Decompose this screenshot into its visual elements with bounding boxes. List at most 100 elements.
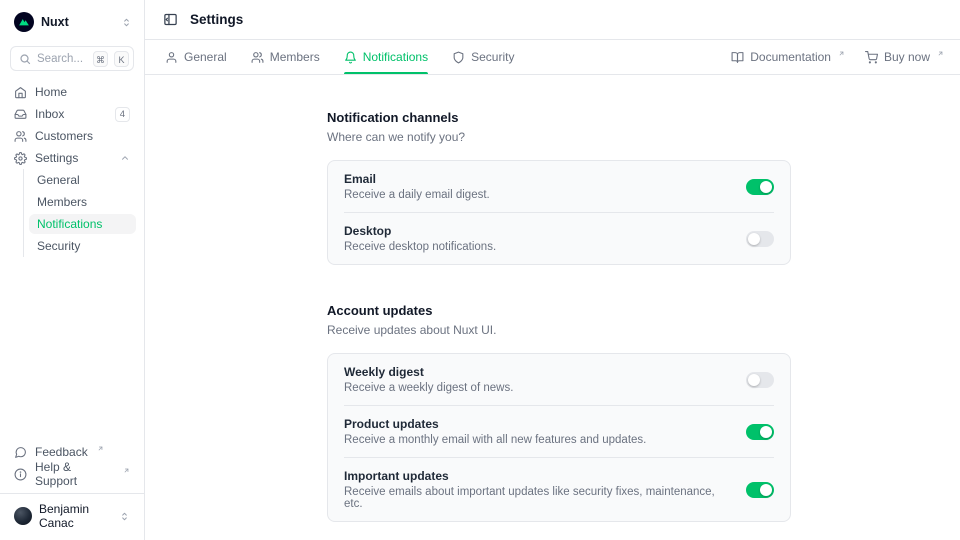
setting-title: Product updates [344, 417, 646, 431]
sidebar-subitem-label: Notifications [37, 217, 102, 231]
user-menu[interactable]: Benjamin Canac [8, 500, 136, 532]
toggle-knob [760, 426, 772, 438]
sidebar-item-inbox[interactable]: Inbox 4 [8, 103, 136, 125]
sidebar-divider [0, 493, 144, 494]
gear-icon [14, 152, 27, 165]
external-link-icon [97, 445, 104, 452]
workspace-switcher[interactable]: Nuxt [8, 10, 136, 36]
search-input[interactable]: Search... ⌘ K [10, 46, 134, 71]
sidebar-item-label: Inbox [35, 107, 64, 121]
sidebar-subitem-label: General [37, 173, 80, 187]
section-account-updates: Account updates Receive updates about Nu… [327, 303, 791, 522]
user-icon [165, 51, 178, 64]
sidebar-item-customers[interactable]: Customers [8, 125, 136, 147]
setting-description: Receive emails about important updates l… [344, 486, 730, 510]
home-icon [14, 86, 27, 99]
desktop-toggle[interactable] [746, 231, 774, 247]
section-title: Account updates [327, 303, 791, 318]
sidebar-item-settings[interactable]: Settings [8, 147, 136, 169]
book-icon [731, 51, 744, 64]
toggle-knob [748, 374, 760, 386]
important-updates-toggle[interactable] [746, 482, 774, 498]
weekly-digest-toggle[interactable] [746, 372, 774, 388]
main-panel: Settings General Members [145, 0, 960, 540]
email-toggle[interactable] [746, 179, 774, 195]
chevron-up-icon [120, 153, 130, 163]
setting-title: Important updates [344, 469, 730, 483]
section-subtitle: Receive updates about Nuxt UI. [327, 323, 791, 337]
inbox-count-badge: 4 [115, 107, 130, 122]
feedback-label: Feedback [35, 445, 88, 459]
collapse-sidebar-icon[interactable] [161, 10, 180, 29]
tab-general[interactable]: General [165, 40, 227, 74]
tab-label: General [184, 50, 227, 64]
cart-icon [865, 51, 878, 64]
buy-now-label: Buy now [884, 50, 930, 64]
users-icon [14, 130, 27, 143]
tab-label: Notifications [363, 50, 428, 64]
sidebar-subitem-label: Security [37, 239, 80, 253]
tab-members[interactable]: Members [251, 40, 320, 74]
shield-icon [452, 51, 465, 64]
user-name: Benjamin Canac [39, 502, 112, 530]
tab-label: Security [471, 50, 514, 64]
tab-security[interactable]: Security [452, 40, 514, 74]
external-link-icon [838, 50, 845, 57]
page-header: Settings [145, 0, 960, 40]
avatar [14, 507, 32, 525]
sidebar: Nuxt Search... ⌘ K Home [0, 0, 145, 540]
settings-content: Notification channels Where can we notif… [145, 75, 960, 540]
setting-title: Weekly digest [344, 365, 513, 379]
section-subtitle: Where can we notify you? [327, 130, 791, 144]
sidebar-nav: Home Inbox 4 Customers Settings [8, 81, 136, 257]
setting-title: Desktop [344, 224, 496, 238]
setting-title: Email [344, 172, 490, 186]
help-support-link[interactable]: Help & Support [8, 463, 136, 485]
setting-description: Receive a weekly digest of news. [344, 382, 513, 394]
sidebar-item-label: Settings [35, 151, 78, 165]
sidebar-item-home[interactable]: Home [8, 81, 136, 103]
sidebar-item-settings-security[interactable]: Security [29, 236, 136, 256]
kbd-k: K [114, 51, 129, 67]
sidebar-subitem-label: Members [37, 195, 87, 209]
search-placeholder: Search... [37, 53, 87, 65]
app-window: Nuxt Search... ⌘ K Home [0, 0, 960, 540]
tab-bar: General Members Notifications [145, 40, 960, 75]
settings-card: Email Receive a daily email digest. Desk… [327, 160, 791, 265]
section-title: Notification channels [327, 110, 791, 125]
page-title: Settings [190, 12, 243, 27]
external-link-icon [123, 467, 130, 474]
inbox-icon [14, 108, 27, 121]
setting-description: Receive a monthly email with all new fea… [344, 434, 646, 446]
setting-description: Receive a daily email digest. [344, 189, 490, 201]
documentation-label: Documentation [750, 50, 831, 64]
chevron-updown-icon [121, 17, 132, 28]
setting-row-important-updates: Important updates Receive emails about i… [328, 458, 790, 521]
help-support-label: Help & Support [35, 460, 114, 488]
sidebar-item-settings-members[interactable]: Members [29, 192, 136, 212]
toggle-knob [760, 181, 772, 193]
workspace-name: Nuxt [41, 15, 69, 29]
sidebar-item-settings-general[interactable]: General [29, 170, 136, 190]
settings-subtree: General Members Notifications Security [23, 169, 136, 257]
setting-row-desktop: Desktop Receive desktop notifications. [328, 213, 790, 264]
product-updates-toggle[interactable] [746, 424, 774, 440]
chevron-updown-icon [119, 511, 130, 522]
setting-row-product-updates: Product updates Receive a monthly email … [328, 406, 790, 457]
info-circle-icon [14, 468, 27, 481]
sidebar-item-label: Home [35, 85, 67, 99]
setting-description: Receive desktop notifications. [344, 241, 496, 253]
tab-label: Members [270, 50, 320, 64]
search-icon [19, 53, 31, 65]
buy-now-button[interactable]: Buy now [865, 50, 944, 64]
documentation-button[interactable]: Documentation [731, 50, 845, 64]
nuxt-logo-icon [14, 12, 34, 32]
sidebar-item-settings-notifications[interactable]: Notifications [29, 214, 136, 234]
sidebar-footer: Feedback Help & Support Benjamin Canac [8, 441, 136, 532]
toggle-knob [760, 484, 772, 496]
tab-notifications[interactable]: Notifications [344, 40, 428, 74]
external-link-icon [937, 50, 944, 57]
chat-bubble-icon [14, 446, 27, 459]
bell-icon [344, 51, 357, 64]
settings-card: Weekly digest Receive a weekly digest of… [327, 353, 791, 522]
